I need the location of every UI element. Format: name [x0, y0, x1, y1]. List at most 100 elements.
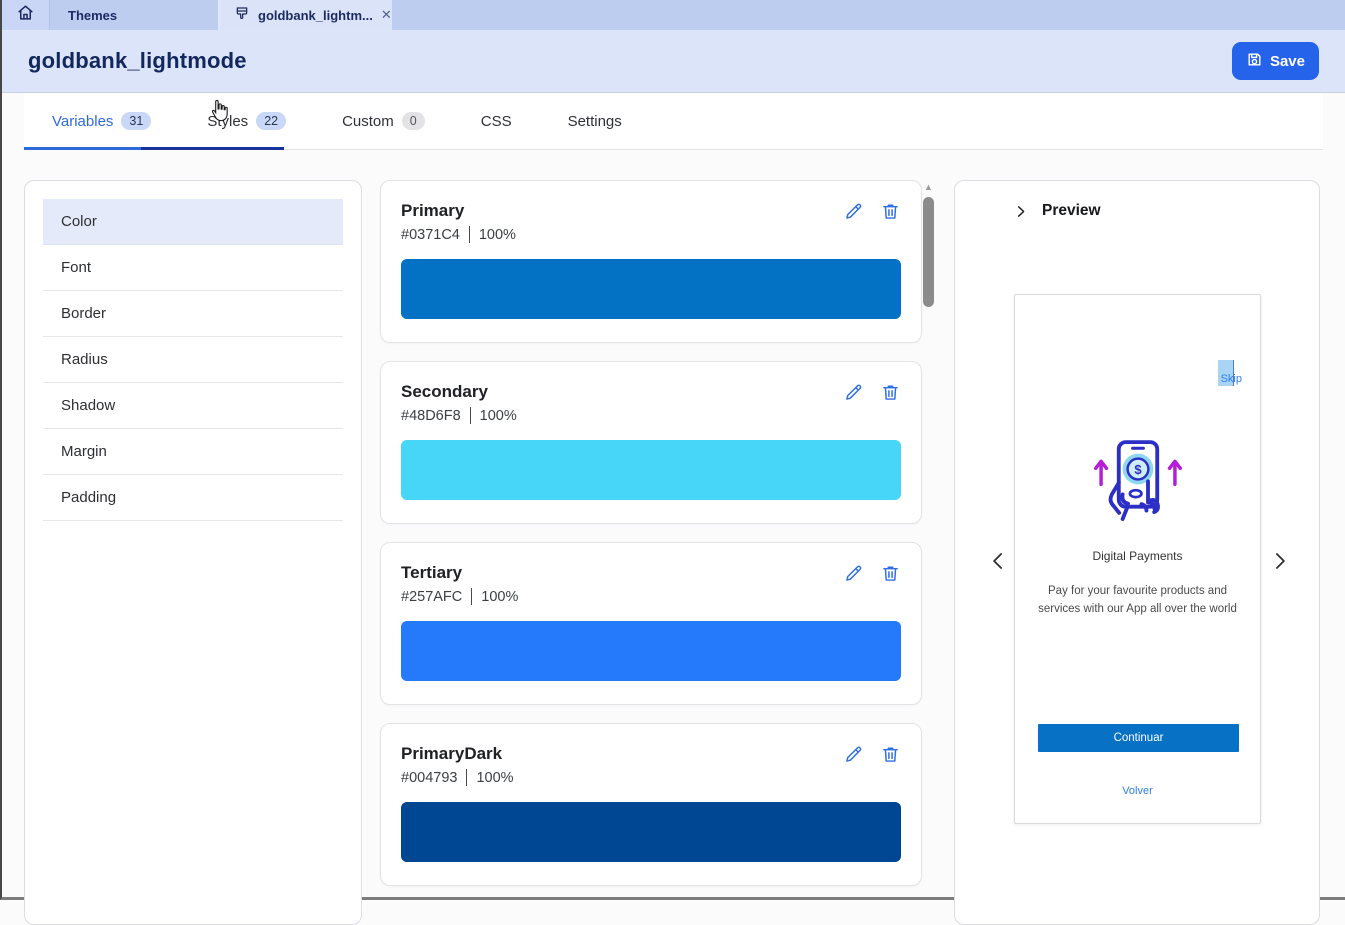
category-item-font[interactable]: Font: [43, 245, 343, 291]
svg-text:$: $: [1134, 462, 1142, 477]
color-swatch: [401, 440, 901, 500]
color-card-tertiary: Tertiary #257AFC 100%: [380, 542, 922, 705]
category-label: Font: [61, 259, 91, 276]
save-floppy-icon: [1246, 51, 1263, 72]
color-swatch: [401, 259, 901, 319]
trash-icon: [880, 210, 901, 225]
tab-settings[interactable]: Settings: [540, 93, 650, 149]
home-icon: [16, 3, 35, 27]
color-hex: #257AFC: [401, 589, 462, 605]
category-item-radius[interactable]: Radius: [43, 337, 343, 383]
tab-css-label: CSS: [481, 113, 512, 130]
color-cards-column: Primary #0371C4100% Secondary #48D6F8100…: [380, 180, 922, 904]
browser-tab-bar: Themes goldbank_lightm... ✕: [2, 0, 1345, 30]
active-tab-label: goldbank_lightm...: [258, 8, 373, 23]
tab-styles-label: Styles: [207, 113, 248, 130]
color-value: #0371C4 100%: [401, 226, 516, 243]
edit-color-button[interactable]: [843, 382, 864, 403]
tab-styles-badge: 22: [256, 112, 286, 130]
color-name: Tertiary: [401, 563, 518, 583]
volver-link[interactable]: Volver: [1015, 785, 1260, 797]
preview-phone-screen: Skip $ Digital Payments Pay for your fav…: [1014, 294, 1261, 824]
category-label: Shadow: [61, 397, 115, 414]
preview-screen-description: Pay for your favourite products and serv…: [1035, 583, 1240, 619]
color-name: PrimaryDark: [401, 744, 514, 764]
tab-variables-badge: 31: [121, 112, 151, 130]
delete-color-button[interactable]: [880, 201, 901, 222]
tab-settings-label: Settings: [568, 113, 622, 130]
tab-themes-label: Themes: [68, 8, 117, 23]
skip-link[interactable]: Skip: [1221, 373, 1242, 385]
color-card-primary: Primary #0371C4100%: [380, 180, 922, 343]
color-hex: #0371C4: [401, 227, 460, 243]
delete-color-button[interactable]: [880, 744, 901, 765]
trash-icon: [880, 572, 901, 587]
chevron-right-icon[interactable]: [1013, 204, 1028, 219]
tab-goldbank-lightmode[interactable]: goldbank_lightm... ✕: [220, 0, 392, 30]
color-value: #257AFC 100%: [401, 588, 518, 605]
preview-title: Preview: [1042, 202, 1101, 220]
paintbrush-icon: [234, 6, 250, 25]
category-label: Border: [61, 305, 106, 322]
color-opacity: 100%: [480, 408, 517, 424]
digital-payments-illustration: $: [1088, 435, 1188, 535]
delete-color-button[interactable]: [880, 382, 901, 403]
color-hex: #48D6F8: [401, 408, 461, 424]
divider: [470, 407, 471, 424]
tab-variables-label: Variables: [52, 113, 113, 130]
editor-tab-strip: Variables 31 Styles 22 Custom 0 CSS Sett…: [24, 93, 1323, 150]
close-tab-icon[interactable]: ✕: [381, 7, 392, 23]
tab-css[interactable]: CSS: [453, 93, 540, 149]
color-swatch: [401, 621, 901, 681]
edit-color-button[interactable]: [843, 201, 864, 222]
preview-screen-title: Digital Payments: [1015, 549, 1260, 563]
color-opacity: 100%: [476, 770, 513, 786]
category-label: Radius: [61, 351, 108, 368]
category-label: Color: [61, 213, 97, 230]
tab-custom[interactable]: Custom 0: [314, 93, 453, 149]
scrollbar-thumb[interactable]: [923, 197, 934, 307]
color-swatch: [401, 802, 901, 862]
style-category-list: Color Font Border Radius Shadow Margin P…: [24, 180, 362, 925]
color-opacity: 100%: [479, 227, 516, 243]
divider: [466, 769, 467, 786]
color-card-secondary: Secondary #48D6F8 100%: [380, 361, 922, 524]
scroll-up-arrow-icon[interactable]: ▲: [923, 182, 934, 192]
category-label: Margin: [61, 443, 107, 460]
tab-variables[interactable]: Variables 31: [24, 93, 179, 149]
carousel-next-button[interactable]: [1269, 549, 1290, 573]
category-item-color[interactable]: Color: [43, 199, 343, 245]
tab-custom-badge: 0: [402, 112, 425, 130]
divider: [471, 588, 472, 605]
divider: [469, 226, 470, 243]
category-item-shadow[interactable]: Shadow: [43, 383, 343, 429]
preview-panel: Preview Skip $: [954, 180, 1320, 925]
trash-icon: [880, 391, 901, 406]
category-item-border[interactable]: Border: [43, 291, 343, 337]
page-header: goldbank_lightmode Save: [2, 30, 1345, 93]
edit-color-button[interactable]: [843, 744, 864, 765]
edit-color-button[interactable]: [843, 563, 864, 584]
tab-styles[interactable]: Styles 22: [179, 93, 314, 149]
home-button[interactable]: [2, 0, 50, 30]
carousel-prev-button[interactable]: [988, 549, 1009, 573]
color-card-primarydark: PrimaryDark #004793 100%: [380, 723, 922, 886]
tab-themes[interactable]: Themes: [50, 0, 220, 30]
save-button-label: Save: [1270, 53, 1305, 70]
trash-icon: [880, 753, 901, 768]
skip-link-wrap: Skip: [1221, 369, 1242, 387]
delete-color-button[interactable]: [880, 563, 901, 584]
active-tab-indicator: [24, 147, 284, 150]
pencil-icon: [843, 210, 864, 225]
color-hex: #004793: [401, 770, 457, 786]
pencil-icon: [843, 572, 864, 587]
vertical-scrollbar[interactable]: ▲: [923, 182, 934, 902]
category-item-padding[interactable]: Padding: [43, 475, 343, 521]
color-opacity: 100%: [481, 589, 518, 605]
color-name: Secondary: [401, 382, 517, 402]
pencil-icon: [843, 391, 864, 406]
continuar-button[interactable]: Continuar: [1038, 724, 1239, 752]
category-item-margin[interactable]: Margin: [43, 429, 343, 475]
color-value: #48D6F8 100%: [401, 407, 517, 424]
save-button[interactable]: Save: [1232, 42, 1319, 80]
